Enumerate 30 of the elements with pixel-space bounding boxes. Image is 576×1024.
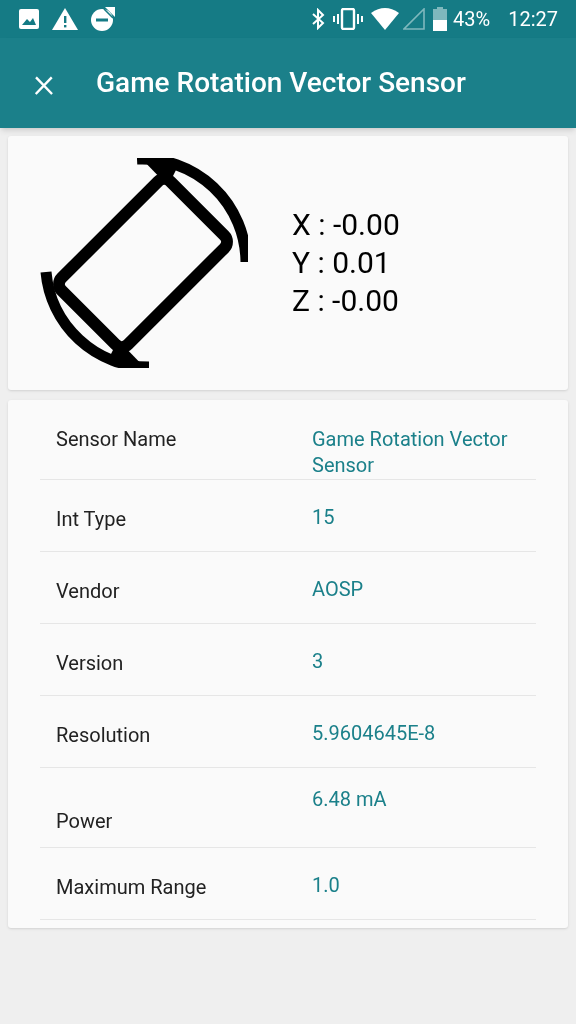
close-button[interactable]: × [22, 61, 66, 105]
bluetooth-icon [311, 8, 326, 30]
property-value: AOSP [312, 576, 365, 603]
signal-icon [403, 8, 426, 30]
property-value: Game Rotation Vector Sensor [312, 426, 509, 479]
property-name: Version [56, 650, 125, 677]
wifi-icon [371, 8, 400, 30]
property-value: 3 [312, 648, 325, 675]
axis-reading: Z : -0.00 [292, 282, 400, 320]
property-value: 1.0 [312, 872, 341, 899]
data-saver-icon [90, 6, 116, 32]
property-value: 6.48 mA [312, 786, 388, 813]
property-name: Int Type [56, 506, 128, 533]
property-value: 15 [312, 504, 336, 531]
image-icon [18, 8, 40, 30]
vibrate-icon [333, 8, 364, 30]
clock-time: 12:27 [508, 6, 558, 33]
app-bar-title: Game Rotation Vector Sensor [96, 65, 466, 101]
battery-percentage: 43% [453, 6, 491, 33]
axis-reading: Y : 0.01 [292, 244, 392, 282]
battery-icon [433, 7, 448, 31]
screen-rotation-icon [38, 158, 248, 368]
property-name: Sensor Name [56, 426, 178, 453]
property-name: Maximum Range [56, 874, 208, 901]
warning-icon [52, 8, 78, 30]
axis-reading: X : -0.00 [292, 206, 400, 244]
property-name: Vendor [56, 578, 121, 605]
property-value: 5.9604645E-8 [312, 720, 437, 747]
property-name: Power [56, 808, 114, 835]
property-name: Resolution [56, 722, 152, 749]
